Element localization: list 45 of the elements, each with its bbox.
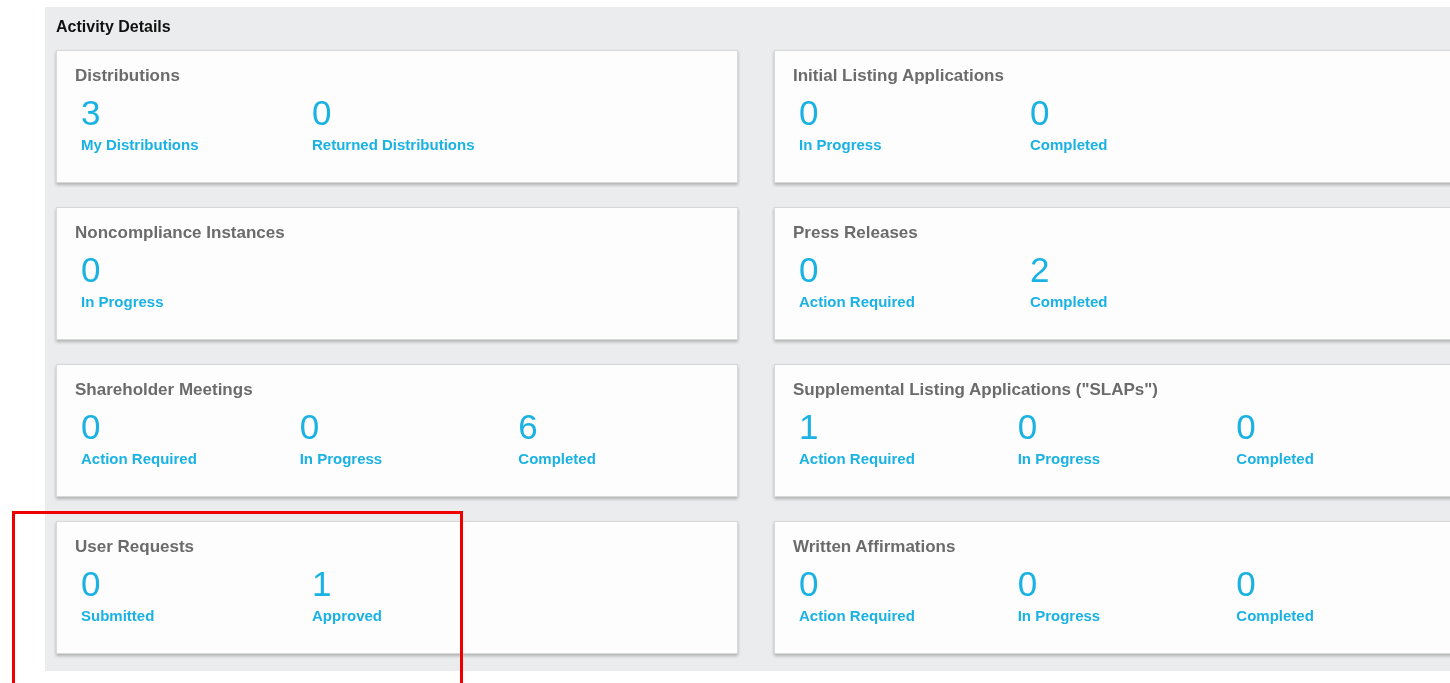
card-title: Noncompliance Instances <box>75 222 286 244</box>
card-title: Shareholder Meetings <box>75 379 254 401</box>
stat-link[interactable]: Completed <box>1236 606 1314 626</box>
stat-count[interactable]: 0 <box>312 93 332 133</box>
card-title: User Requests <box>75 536 196 558</box>
stat-count[interactable]: 0 <box>81 250 101 290</box>
stat-link[interactable]: In Progress <box>799 135 882 155</box>
stat-count[interactable]: 0 <box>1017 564 1038 604</box>
card-title: Press Releases <box>793 222 919 244</box>
stat-link[interactable]: Action Required <box>799 606 915 626</box>
stat-link[interactable]: In Progress <box>81 292 164 312</box>
stat-count[interactable]: 3 <box>81 93 101 133</box>
stat-link[interactable]: Approved <box>312 606 382 626</box>
card-title: Supplemental Listing Applications ("SLAPs") <box>793 379 1159 401</box>
card-title: Initial Listing Applications <box>793 65 1005 87</box>
stat-count[interactable]: 2 <box>1030 250 1050 290</box>
stat-count[interactable]: 0 <box>1030 93 1050 133</box>
stat-link[interactable]: Action Required <box>799 292 915 312</box>
stat-count[interactable]: 0 <box>799 250 819 290</box>
stat-link[interactable]: In Progress <box>299 449 383 469</box>
stat-link[interactable]: Submitted <box>81 606 155 626</box>
stat-link[interactable]: My Distributions <box>81 135 199 155</box>
card-title: Distributions <box>75 65 181 87</box>
stat-link[interactable]: Completed <box>518 449 596 469</box>
stat-count[interactable]: 1 <box>799 407 819 447</box>
stat-link[interactable]: Completed <box>1236 449 1314 469</box>
stat-link[interactable]: Action Required <box>799 449 915 469</box>
stat-link[interactable]: In Progress <box>1017 449 1101 469</box>
stat-count[interactable]: 0 <box>1236 407 1256 447</box>
panel-title: Activity Details <box>56 17 172 37</box>
stat-count[interactable]: 0 <box>799 564 819 604</box>
stat-count[interactable]: 0 <box>799 93 819 133</box>
stat-link[interactable]: Completed <box>1030 135 1108 155</box>
stat-count[interactable]: 0 <box>1236 564 1256 604</box>
stat-link[interactable]: Action Required <box>81 449 197 469</box>
stat-count[interactable]: 0 <box>1017 407 1038 447</box>
stat-link[interactable]: Returned Distributions <box>312 135 475 155</box>
stat-count[interactable]: 0 <box>299 407 320 447</box>
stat-count[interactable]: 6 <box>518 407 538 447</box>
stat-count[interactable]: 0 <box>81 407 101 447</box>
stat-count[interactable]: 1 <box>312 564 332 604</box>
stat-count[interactable]: 0 <box>81 564 101 604</box>
stat-link[interactable]: Completed <box>1030 292 1108 312</box>
card-title: Written Affirmations <box>793 536 957 558</box>
stat-link[interactable]: In Progress <box>1017 606 1101 626</box>
